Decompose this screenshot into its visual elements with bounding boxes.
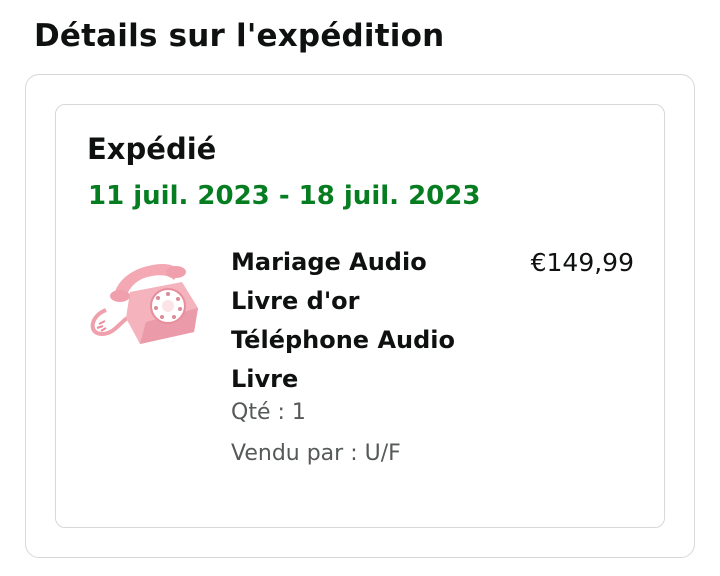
shipment-status: Expédié <box>87 132 217 166</box>
item-price: €149,99 <box>530 248 634 277</box>
pink-rotary-telephone-icon <box>90 264 198 344</box>
page-title: Détails sur l'expédition <box>34 18 445 54</box>
item-quantity: Qté : 1 <box>231 400 306 425</box>
item-seller: Vendu par : U/F <box>231 441 401 466</box>
delivery-date-range: 11 juil. 2023 - 18 juil. 2023 <box>88 181 481 211</box>
product-title-link[interactable]: Mariage Audio Livre d'or Téléphone Audio… <box>231 243 501 399</box>
product-image[interactable] <box>86 252 204 348</box>
